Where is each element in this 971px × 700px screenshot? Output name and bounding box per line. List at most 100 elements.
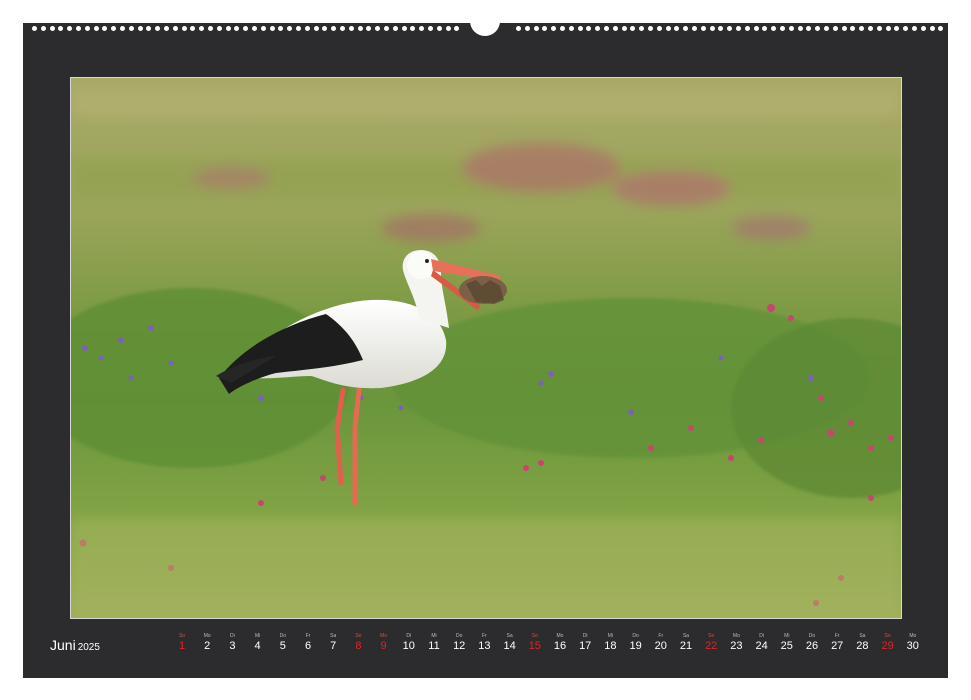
binding-hole <box>876 26 882 31</box>
binding-hole <box>577 26 583 31</box>
binding-hole <box>524 26 530 31</box>
calendar-page: Juni 2025 So 1 Mo 2 Di 3 Mi 4 Do 5 Fr 6 Sa 7 So 8 Mo 9 Di 10… <box>23 19 948 678</box>
binding-hole <box>454 26 460 31</box>
calendar-day: Di 24 <box>750 633 774 653</box>
binding-hole <box>164 26 169 31</box>
binding-hole <box>401 26 407 31</box>
calendar-day: So 29 <box>876 633 900 653</box>
year-label: 2025 <box>77 642 100 653</box>
binding-hole <box>665 26 671 31</box>
binding-hole <box>762 26 768 31</box>
binding-hole <box>32 26 37 31</box>
binding-hole <box>806 26 812 31</box>
calendar-day: Di 17 <box>573 633 597 653</box>
calendar-day: Mi 4 <box>246 633 270 653</box>
binding-hole <box>709 26 715 31</box>
calendar-day: Mi 11 <box>422 633 446 653</box>
binding-hole <box>797 26 803 31</box>
binding-hole <box>516 26 521 31</box>
binding-hole <box>137 26 143 31</box>
binding-hole <box>771 26 777 31</box>
day-number: 19 <box>629 640 642 652</box>
day-number: 5 <box>279 640 286 652</box>
binding-hole <box>551 26 557 31</box>
day-number: 22 <box>705 640 718 652</box>
month-name: Juni <box>50 637 76 653</box>
binding-hole <box>894 26 900 31</box>
binding-hole <box>656 26 662 31</box>
calendar-day: So 1 <box>170 633 194 653</box>
binding-hole <box>621 26 627 31</box>
calendar-day: Mi 18 <box>598 633 622 653</box>
day-number: 24 <box>755 640 768 652</box>
calendar-day: Mo 30 <box>901 633 925 653</box>
binding-hole <box>868 26 873 31</box>
calendar-day: So 22 <box>699 633 723 653</box>
day-number: 13 <box>478 640 491 652</box>
binding-hole <box>331 26 337 31</box>
binding-hole <box>269 26 275 31</box>
binding-hole <box>190 26 196 31</box>
day-number: 14 <box>503 640 516 652</box>
calendar-day: Mi 25 <box>775 633 799 653</box>
binding-hole <box>102 26 108 31</box>
binding-hole <box>155 26 161 31</box>
binding-hole <box>84 26 90 31</box>
binding-hole <box>824 26 829 31</box>
day-number: 21 <box>679 640 693 652</box>
calendar-day: Do 5 <box>271 633 295 653</box>
binding-hole <box>146 26 152 31</box>
day-number: 23 <box>730 640 743 652</box>
calendar-day: Fr 20 <box>649 633 673 653</box>
day-number: 1 <box>178 640 186 652</box>
binding-hole <box>278 26 284 31</box>
binding-hole <box>612 26 618 31</box>
binding-hole <box>903 26 909 31</box>
binding-hole <box>639 26 645 31</box>
binding-hole <box>410 26 416 31</box>
binding-hole <box>595 26 601 31</box>
calendar-day: Fr 13 <box>472 633 496 653</box>
binding-hole <box>542 26 548 31</box>
binding-hole <box>216 26 222 31</box>
day-number: 20 <box>654 640 667 652</box>
day-number: 17 <box>579 640 592 652</box>
binding-hole <box>58 26 64 31</box>
binding-hole <box>436 26 442 31</box>
binding-hole <box>841 26 847 31</box>
day-number: 16 <box>553 640 567 652</box>
calendar-day: Mo 23 <box>724 633 748 653</box>
calendar-photo <box>70 77 902 619</box>
calendar-day: Mo 16 <box>548 633 572 653</box>
binding-hole <box>234 26 240 31</box>
binding-hole <box>111 26 117 31</box>
day-number: 11 <box>428 640 440 652</box>
binding-hole <box>322 26 328 31</box>
binding-hole <box>181 26 187 31</box>
binding-hole <box>128 26 134 31</box>
binding-hole <box>225 26 231 31</box>
calendar-day: Fr 27 <box>825 633 849 653</box>
day-number: 29 <box>881 640 894 652</box>
binding-hole <box>366 26 372 31</box>
binding-hole <box>674 26 680 31</box>
day-strip: So 1 Mo 2 Di 3 Mi 4 Do 5 Fr 6 Sa 7 So 8 Mo 9 Di 10 Mi 11 Do 12 F… <box>170 633 926 663</box>
day-number: 28 <box>856 640 869 652</box>
binding-hole <box>93 26 99 31</box>
binding-hole <box>172 26 178 31</box>
binding-hole <box>859 26 865 31</box>
binding-hole <box>568 26 574 31</box>
binding-hole <box>76 26 81 31</box>
calendar-day: Sa 28 <box>850 633 874 653</box>
binding-hole <box>912 26 917 31</box>
day-number: 6 <box>304 640 312 652</box>
day-number: 7 <box>330 640 337 652</box>
binding-hole <box>252 26 257 31</box>
binding-hole <box>630 26 636 31</box>
calendar-day: Mo 2 <box>195 633 219 653</box>
binding-hole <box>533 26 539 31</box>
binding-hole <box>885 26 891 31</box>
calendar-day: Fr 6 <box>296 633 320 653</box>
binding-hole <box>428 26 433 31</box>
calendar-day: Do 12 <box>447 633 471 653</box>
